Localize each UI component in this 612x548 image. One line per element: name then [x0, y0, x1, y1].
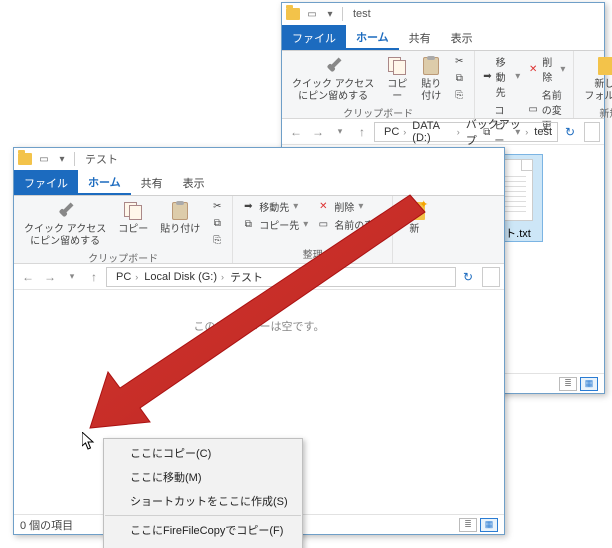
rename-button[interactable]: ▭名前の変更	[314, 216, 386, 233]
view-details-button[interactable]: ≣	[459, 518, 477, 532]
context-menu-item[interactable]: ここに移動(M)	[104, 465, 302, 489]
copy-button[interactable]: コピー	[114, 198, 152, 238]
delete-button[interactable]: ✕削除▾	[526, 53, 567, 85]
cut-mini-button[interactable]: ✂	[208, 198, 226, 214]
group-clipboard-label: クリップボード	[20, 250, 226, 267]
context-menu-item[interactable]: ここにFireFileCopyで移動(E)	[104, 542, 302, 548]
bc-pc[interactable]: PC	[384, 126, 399, 138]
rename-icon: ▭	[316, 218, 330, 232]
path-icon: ⧉	[452, 71, 466, 85]
bc-pc[interactable]: PC	[116, 271, 131, 283]
paste-label: 貼り付け	[420, 79, 442, 103]
breadcrumb[interactable]: PC› DATA (D:)› バックアップ› test	[374, 122, 558, 142]
refresh-button[interactable]: ↻	[458, 270, 478, 284]
nav-bar: ← → ▾ ↑ PC› Local Disk (G:)› テスト ↻	[14, 264, 504, 290]
menu-separator	[105, 515, 301, 516]
forward-button[interactable]: →	[308, 122, 328, 142]
copy-button[interactable]: コピー	[382, 53, 412, 105]
bc-drive[interactable]: DATA (D:)	[412, 120, 453, 144]
bc-folder1[interactable]: バックアップ	[466, 116, 521, 148]
breadcrumb[interactable]: PC› Local Disk (G:)› テスト	[106, 267, 456, 287]
moveto-icon: ➡	[241, 200, 255, 214]
view-details-button[interactable]: ≣	[559, 377, 577, 391]
pin-label: クイック アクセス にピン留めする	[292, 79, 374, 103]
new-folder-button[interactable]: ✦新しい フォルダー	[580, 53, 612, 105]
up-button[interactable]: ↑	[84, 267, 104, 287]
window-title: test	[353, 8, 371, 20]
history-dropdown[interactable]: ▾	[62, 267, 82, 287]
back-button[interactable]: ←	[18, 267, 38, 287]
empty-folder-text: このフォルダーは空です。	[194, 318, 325, 334]
shortcut-icon: ⎘	[452, 88, 466, 102]
tab-home[interactable]: ホーム	[78, 170, 131, 195]
tab-home[interactable]: ホーム	[346, 25, 399, 50]
paste-button[interactable]: 貼り付け	[156, 198, 204, 238]
tab-file[interactable]: ファイル	[14, 170, 78, 195]
copypath-mini-button[interactable]: ⧉	[208, 215, 226, 231]
copyto-icon: ⧉	[241, 218, 255, 232]
nav-bar: ← → ▾ ↑ PC› DATA (D:)› バックアップ› test ↻	[282, 119, 604, 145]
delete-button[interactable]: ✕削除▾	[314, 198, 386, 215]
search-field[interactable]	[584, 122, 600, 142]
new-folder-label: 新しい フォルダー	[584, 79, 612, 103]
view-icons-button[interactable]: ▦	[580, 377, 598, 391]
move-to-button[interactable]: ➡移動先▾	[481, 53, 522, 100]
titlebar[interactable]: ▭ ▾ テスト	[14, 148, 504, 170]
copy-to-button[interactable]: ⧉コピー先▾	[239, 216, 310, 233]
back-button[interactable]: ←	[286, 122, 306, 142]
ribbon: クイック アクセス にピン留めする コピー 貼り付け ✂ ⧉ ⎘ クリップボード…	[282, 51, 604, 119]
ribbon: クイック アクセス にピン留めする コピー 貼り付け ✂ ⧉ ⎘ クリップボード…	[14, 196, 504, 264]
folder-icon	[286, 8, 300, 20]
ribbon-tabs: ファイル ホーム 共有 表示	[282, 25, 604, 51]
context-menu-item[interactable]: ここにFireFileCopyでコピー(F)	[104, 518, 302, 542]
forward-button[interactable]: →	[40, 267, 60, 287]
context-menu-item[interactable]: ここにコピー(C)	[104, 441, 302, 465]
tab-file[interactable]: ファイル	[282, 25, 346, 50]
history-dropdown[interactable]: ▾	[330, 122, 350, 142]
qat-dropdown-icon[interactable]: ▾	[54, 151, 70, 167]
cut-icon: ✂	[452, 54, 466, 68]
status-count: 0 個の項目	[20, 517, 73, 533]
tab-share[interactable]: 共有	[131, 170, 173, 195]
moveto-icon: ➡	[483, 70, 491, 84]
refresh-button[interactable]: ↻	[560, 125, 580, 139]
pin-quickaccess-button[interactable]: クイック アクセス にピン留めする	[288, 53, 378, 105]
paste-button[interactable]: 貼り付け	[416, 53, 446, 105]
bc-folder2[interactable]: test	[534, 126, 552, 138]
group-organize-label: 整理	[239, 246, 386, 263]
bc-drive[interactable]: Local Disk (G:)	[144, 271, 217, 283]
view-icons-button[interactable]: ▦	[480, 518, 498, 532]
window-title: テスト	[85, 151, 118, 167]
pasteshortcut-mini-button[interactable]: ⎘	[450, 87, 468, 103]
qat-dropdown-icon[interactable]: ▾	[322, 6, 338, 22]
context-menu-item[interactable]: ショートカットをここに作成(S)	[104, 489, 302, 513]
bc-folder[interactable]: テスト	[230, 269, 263, 285]
delete-icon: ✕	[316, 200, 330, 214]
copypath-mini-button[interactable]: ⧉	[450, 70, 468, 86]
search-field[interactable]	[482, 267, 500, 287]
cut-mini-button[interactable]: ✂	[450, 53, 468, 69]
qat-save-icon[interactable]: ▭	[304, 6, 320, 22]
qat-save-icon[interactable]: ▭	[36, 151, 52, 167]
cut-icon: ✂	[210, 199, 224, 213]
ribbon-tabs: ファイル ホーム 共有 表示	[14, 170, 504, 196]
folder-icon	[18, 153, 32, 165]
shortcut-icon: ⎘	[210, 233, 224, 247]
pasteshortcut-mini-button[interactable]: ⎘	[208, 232, 226, 248]
tab-share[interactable]: 共有	[399, 25, 441, 50]
new-folder-button[interactable]: ✦新	[399, 198, 429, 238]
pin-quickaccess-button[interactable]: クイック アクセス にピン留めする	[20, 198, 110, 250]
copy-label: コピー	[386, 79, 408, 103]
up-button[interactable]: ↑	[352, 122, 372, 142]
path-icon: ⧉	[210, 216, 224, 230]
tab-view[interactable]: 表示	[441, 25, 483, 50]
rename-icon: ▭	[528, 103, 537, 117]
delete-icon: ✕	[528, 62, 538, 76]
titlebar[interactable]: ▭ ▾ test	[282, 3, 604, 25]
group-new-label: 新規	[580, 105, 612, 122]
tab-view[interactable]: 表示	[173, 170, 215, 195]
move-to-button[interactable]: ➡移動先▾	[239, 198, 310, 215]
drag-context-menu: ここにコピー(C)ここに移動(M)ショートカットをここに作成(S) ここにFire…	[103, 438, 303, 548]
